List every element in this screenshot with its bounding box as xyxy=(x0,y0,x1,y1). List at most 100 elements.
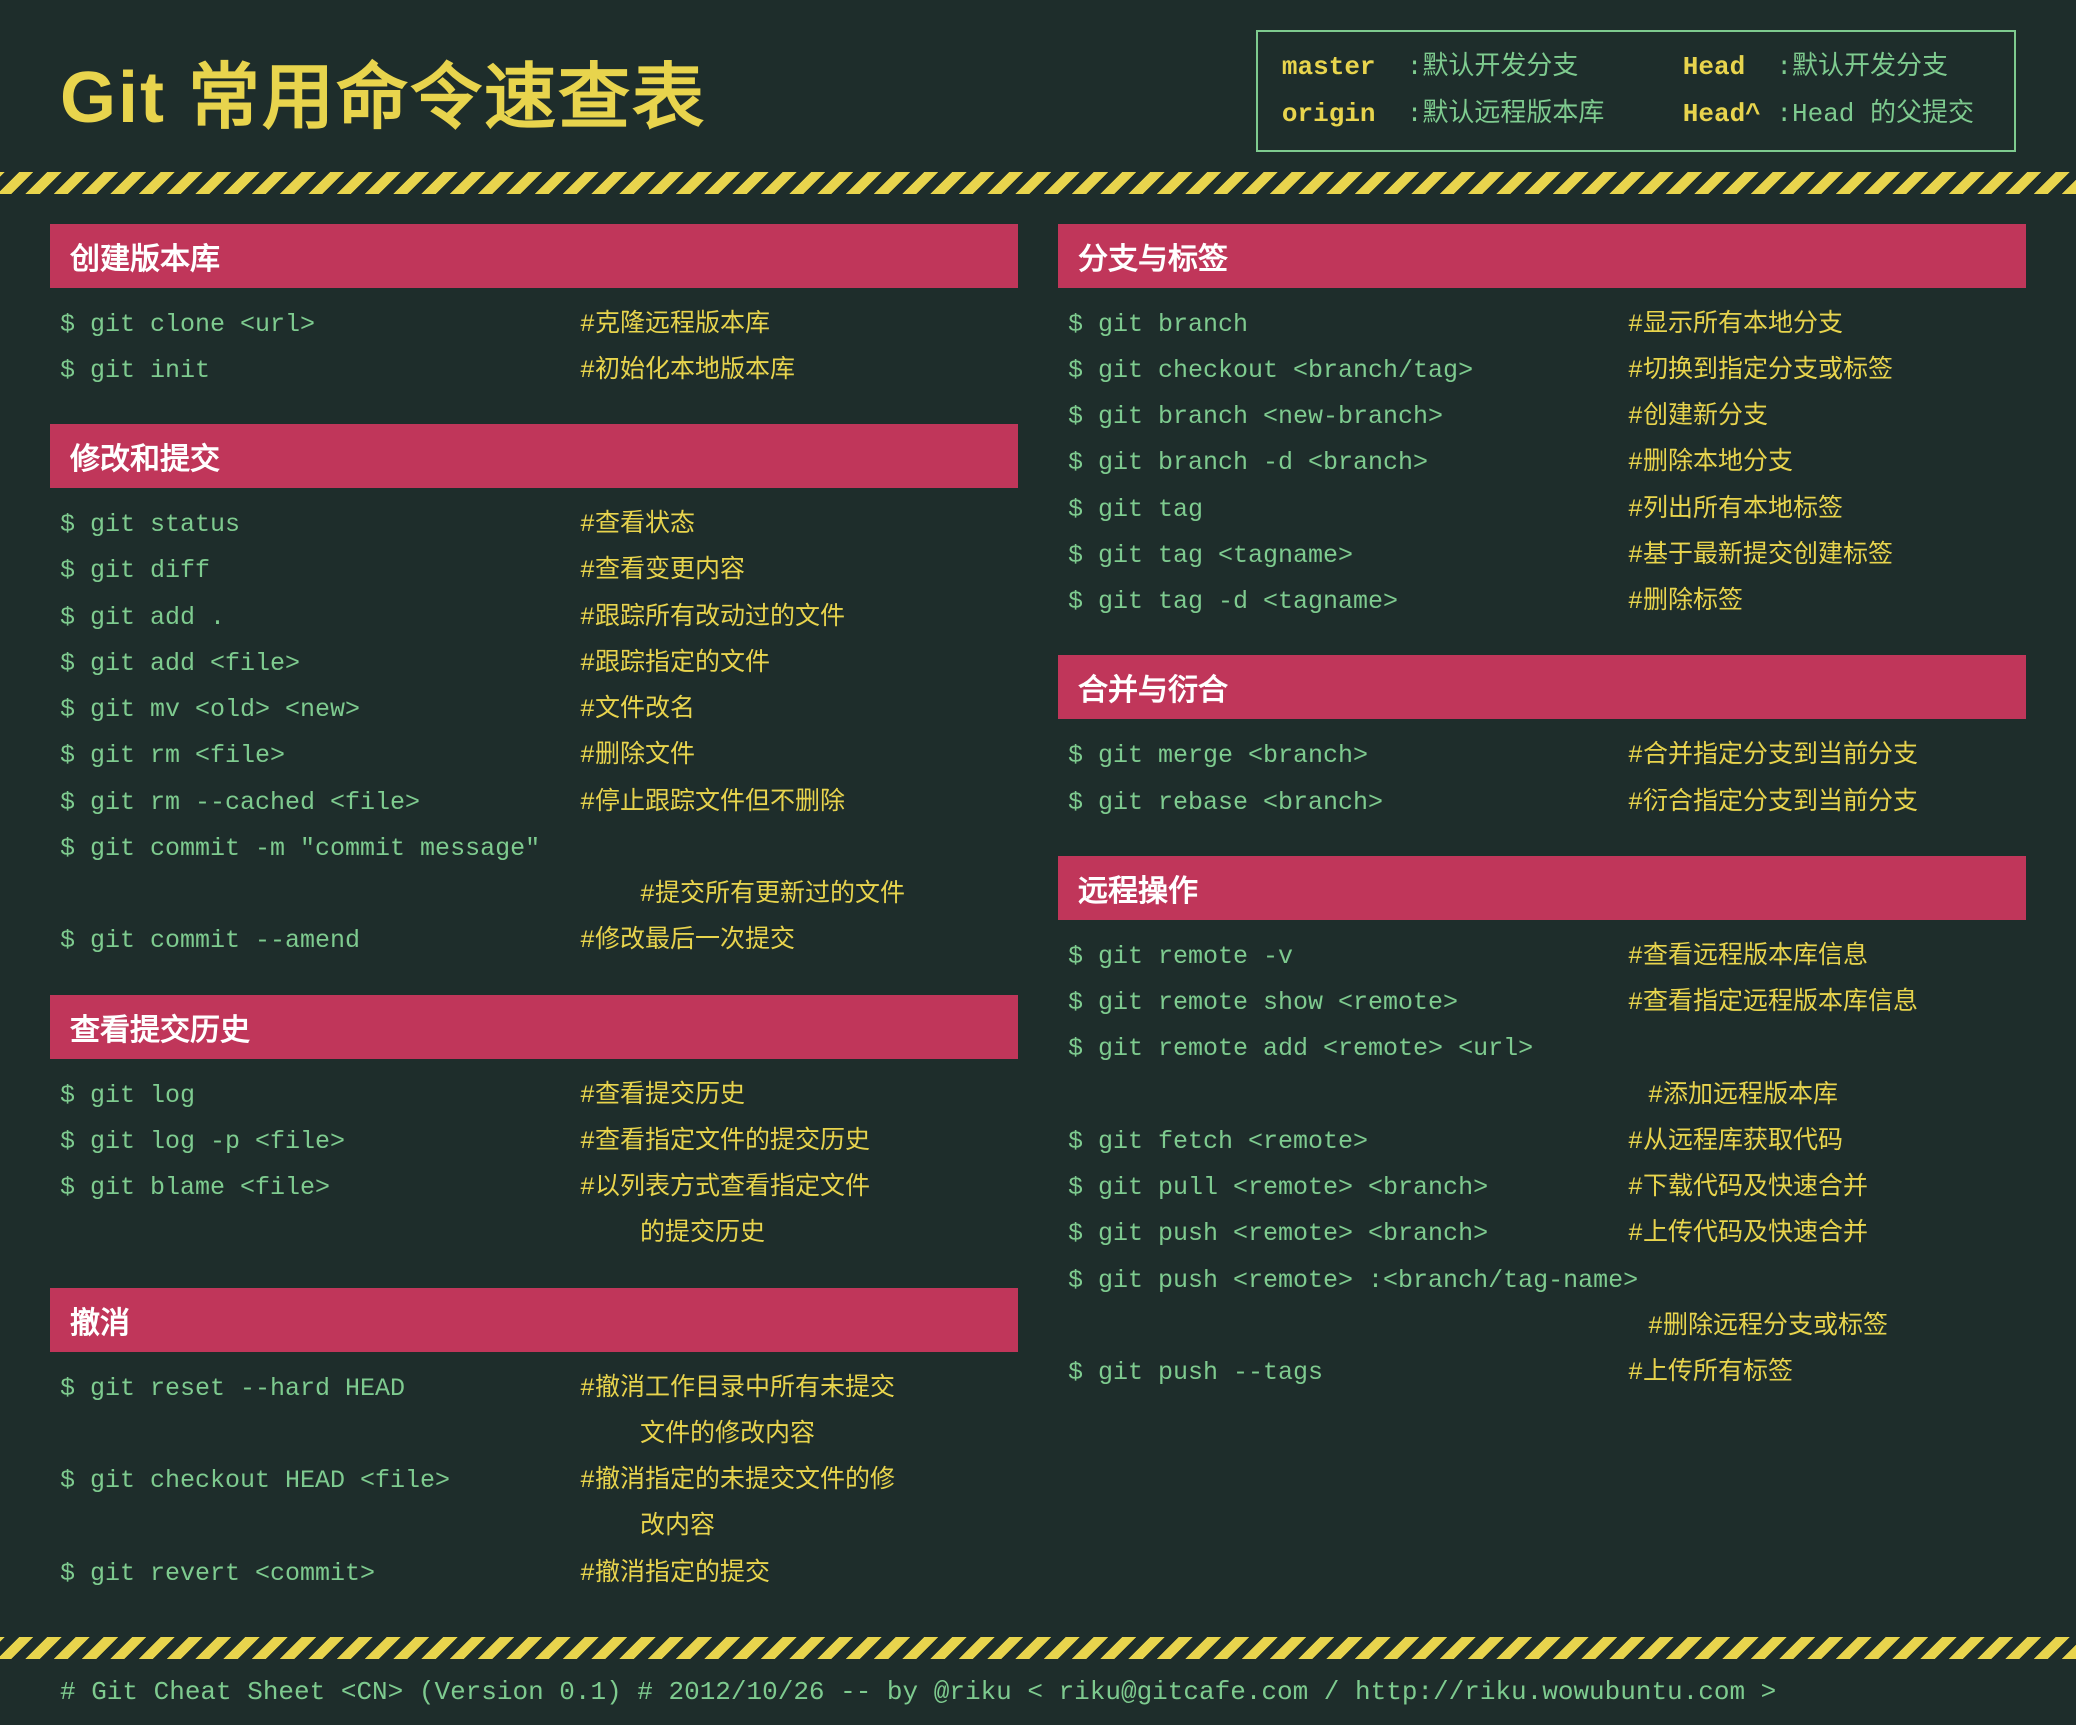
section-modify-commit: 修改和提交 $ git status #查看状态 $ git diff #查看变… xyxy=(50,424,1018,965)
comment-diff: #查看变更内容 xyxy=(580,548,745,594)
list-item: $ git branch #显示所有本地分支 xyxy=(1068,302,2016,348)
comment-remote-show: #查看指定远程版本库信息 xyxy=(1628,980,1918,1026)
list-item: $ git push --tags #上传所有标签 xyxy=(1068,1350,2016,1396)
list-item: $ git tag <tagname> #基于最新提交创建标签 xyxy=(1068,533,2016,579)
cmd-tag: $ git tag xyxy=(1068,487,1628,533)
list-item: $ git push <remote> :<branch/tag-name> xyxy=(1068,1258,2016,1304)
section-header-create-repo: 创建版本库 xyxy=(50,224,1018,288)
cmd-merge: $ git merge <branch> xyxy=(1068,733,1628,779)
cmd-remote-add: $ git remote add <remote> <url> xyxy=(1068,1026,1628,1072)
list-item: $ git branch -d <branch> #删除本地分支 xyxy=(1068,440,2016,486)
list-item: $ git log -p <file> #查看指定文件的提交历史 xyxy=(60,1119,1008,1165)
comment-checkout-branch: #切换到指定分支或标签 xyxy=(1628,348,1893,394)
list-item: $ git tag -d <tagname> #删除标签 xyxy=(1068,579,2016,625)
section-header-remote: 远程操作 xyxy=(1058,856,2026,920)
cmd-tag-d: $ git tag -d <tagname> xyxy=(1068,579,1628,625)
top-divider xyxy=(0,172,2076,194)
comment-pull: #下载代码及快速合并 xyxy=(1628,1165,1868,1211)
list-item: #删除远程分支或标签 xyxy=(1068,1304,2016,1350)
cmd-commit-m: $ git commit -m "commit message" xyxy=(60,826,580,872)
header: Git 常用命令速查表 master :默认开发分支 Head :默认开发分支 … xyxy=(0,0,2076,172)
section-undo: 撤消 $ git reset --hard HEAD #撤消工作目录中所有未提交… xyxy=(50,1288,1018,1597)
section-body-branch: $ git branch #显示所有本地分支 $ git checkout <b… xyxy=(1058,302,2026,626)
legend-key-origin: origin xyxy=(1282,99,1376,129)
section-body-modify: $ git status #查看状态 $ git diff #查看变更内容 $ … xyxy=(50,502,1018,965)
cmd-blame: $ git blame <file> xyxy=(60,1165,580,1211)
comment-merge: #合并指定分支到当前分支 xyxy=(1628,733,1918,779)
list-item: $ git checkout <branch/tag> #切换到指定分支或标签 xyxy=(1068,348,2016,394)
comment-blame-cont: 的提交历史 xyxy=(60,1211,765,1257)
comment-tag-name: #基于最新提交创建标签 xyxy=(1628,533,1893,579)
legend-key-head: Head xyxy=(1683,52,1745,82)
page: Git 常用命令速查表 master :默认开发分支 Head :默认开发分支 … xyxy=(0,0,2076,1725)
list-item: $ git push <remote> <branch> #上传代码及快速合并 xyxy=(1068,1211,2016,1257)
list-item: #提交所有更新过的文件 xyxy=(60,872,1008,918)
comment-log: #查看提交历史 xyxy=(580,1073,745,1119)
list-item: $ git remote -v #查看远程版本库信息 xyxy=(1068,934,2016,980)
comment-branch: #显示所有本地分支 xyxy=(1628,302,1843,348)
section-remote: 远程操作 $ git remote -v #查看远程版本库信息 $ git re… xyxy=(1058,856,2026,1397)
section-header-merge: 合并与衍合 xyxy=(1058,655,2026,719)
page-title: Git 常用命令速查表 xyxy=(60,38,706,143)
main-content: 创建版本库 $ git clone <url> #克隆远程版本库 $ git i… xyxy=(0,224,2076,1597)
cmd-fetch: $ git fetch <remote> xyxy=(1068,1119,1628,1165)
section-merge: 合并与衍合 $ git merge <branch> #合并指定分支到当前分支 … xyxy=(1058,655,2026,826)
cmd-rm-cached: $ git rm --cached <file> xyxy=(60,780,580,826)
cmd-rm: $ git rm <file> xyxy=(60,733,580,779)
section-header-branch: 分支与标签 xyxy=(1058,224,2026,288)
cmd-push: $ git push <remote> <branch> xyxy=(1068,1211,1628,1257)
cmd-log-p: $ git log -p <file> xyxy=(60,1119,580,1165)
list-item: $ git rm <file> #删除文件 xyxy=(60,733,1008,779)
legend-box: master :默认开发分支 Head :默认开发分支 origin :默认远程… xyxy=(1256,30,2016,152)
cmd-push-tags: $ git push --tags xyxy=(1068,1350,1628,1396)
section-body-undo: $ git reset --hard HEAD #撤消工作目录中所有未提交 文件… xyxy=(50,1366,1018,1597)
comment-add-file: #跟踪指定的文件 xyxy=(580,641,770,687)
comment-reset-hard-cont: 文件的修改内容 xyxy=(60,1412,815,1458)
legend-key-master: master xyxy=(1282,52,1376,82)
list-item: $ git commit -m "commit message" xyxy=(60,826,1008,872)
section-header-modify: 修改和提交 xyxy=(50,424,1018,488)
list-item: $ git reset --hard HEAD #撤消工作目录中所有未提交 xyxy=(60,1366,1008,1412)
comment-commit-amend: #修改最后一次提交 xyxy=(580,918,795,964)
comment-tag: #列出所有本地标签 xyxy=(1628,487,1843,533)
cmd-branch-d: $ git branch -d <branch> xyxy=(1068,440,1628,486)
cmd-log: $ git log xyxy=(60,1073,580,1119)
section-header-history: 查看提交历史 xyxy=(50,995,1018,1059)
comment-add-dot: #跟踪所有改动过的文件 xyxy=(580,595,845,641)
comment-remote-v: #查看远程版本库信息 xyxy=(1628,934,1868,980)
list-item: $ git init #初始化本地版本库 xyxy=(60,348,1008,394)
section-body-merge: $ git merge <branch> #合并指定分支到当前分支 $ git … xyxy=(1058,733,2026,826)
comment-rm-cached: #停止跟踪文件但不删除 xyxy=(580,780,845,826)
cmd-push-delete: $ git push <remote> :<branch/tag-name> xyxy=(1068,1258,1638,1304)
comment-push-delete: #删除远程分支或标签 xyxy=(1068,1304,1888,1350)
section-body-create-repo: $ git clone <url> #克隆远程版本库 $ git init #初… xyxy=(50,302,1018,395)
list-item: $ git merge <branch> #合并指定分支到当前分支 xyxy=(1068,733,2016,779)
cmd-revert: $ git revert <commit> xyxy=(60,1551,580,1597)
comment-reset-hard: #撤消工作目录中所有未提交 xyxy=(580,1366,895,1412)
left-column: 创建版本库 $ git clone <url> #克隆远程版本库 $ git i… xyxy=(50,224,1018,1597)
comment-log-p: #查看指定文件的提交历史 xyxy=(580,1119,870,1165)
cmd-checkout-head: $ git checkout HEAD <file> xyxy=(60,1458,580,1504)
comment-tag-d: #删除标签 xyxy=(1628,579,1743,625)
comment-blame: #以列表方式查看指定文件 xyxy=(580,1165,870,1211)
list-item: 改内容 xyxy=(60,1504,1008,1550)
list-item: $ git remote show <remote> #查看指定远程版本库信息 xyxy=(1068,980,2016,1026)
list-item: $ git mv <old> <new> #文件改名 xyxy=(60,687,1008,733)
cmd-remote-show: $ git remote show <remote> xyxy=(1068,980,1628,1026)
comment-commit-m: #提交所有更新过的文件 xyxy=(60,872,905,918)
comment-revert: #撤消指定的提交 xyxy=(580,1551,770,1597)
section-body-remote: $ git remote -v #查看远程版本库信息 $ git remote … xyxy=(1058,934,2026,1397)
list-item: $ git commit --amend #修改最后一次提交 xyxy=(60,918,1008,964)
cmd-status: $ git status xyxy=(60,502,580,548)
section-branch-tag: 分支与标签 $ git branch #显示所有本地分支 $ git check… xyxy=(1058,224,2026,626)
section-body-history: $ git log #查看提交历史 $ git log -p <file> #查… xyxy=(50,1073,1018,1258)
list-item: $ git diff #查看变更内容 xyxy=(60,548,1008,594)
list-item: $ git rm --cached <file> #停止跟踪文件但不删除 xyxy=(60,780,1008,826)
section-header-undo: 撤消 xyxy=(50,1288,1018,1352)
comment-rebase: #衍合指定分支到当前分支 xyxy=(1628,780,1918,826)
section-create-repo: 创建版本库 $ git clone <url> #克隆远程版本库 $ git i… xyxy=(50,224,1018,395)
list-item: 文件的修改内容 xyxy=(60,1412,1008,1458)
cmd-remote-v: $ git remote -v xyxy=(1068,934,1628,980)
comment-branch-new: #创建新分支 xyxy=(1628,394,1768,440)
comment-fetch: #从远程库获取代码 xyxy=(1628,1119,1843,1165)
